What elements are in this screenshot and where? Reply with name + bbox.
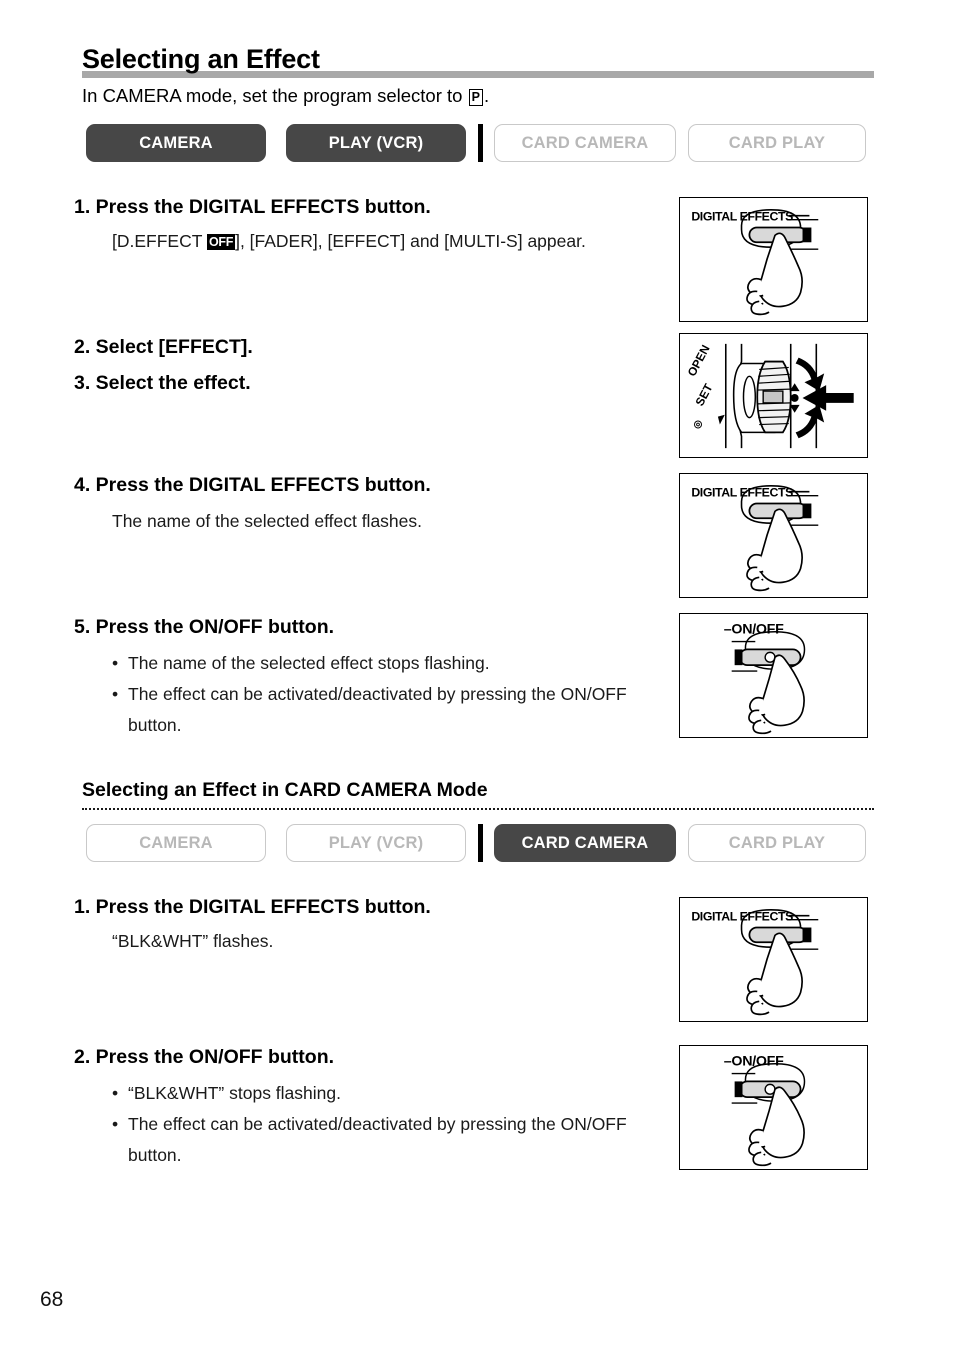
on-off-label-2: –ON/OFF bbox=[724, 1054, 784, 1070]
illustration-digital-effects-1: DIGITAL EFFECTS bbox=[679, 197, 868, 322]
mode-pill-camera-2[interactable]: CAMERA bbox=[86, 824, 266, 862]
subtitle-text-post: . bbox=[483, 85, 490, 106]
mode-pill-play-vcr[interactable]: PLAY (VCR) bbox=[286, 124, 466, 162]
step-5-bullet-1: The name of the selected effect stops fl… bbox=[112, 648, 672, 679]
step-5-heading: 5. Press the ON/OFF button. bbox=[74, 616, 335, 638]
step-1-body: [D.EFFECT OFF], [FADER], [EFFECT] and [M… bbox=[112, 228, 586, 254]
page-title: Selecting an Effect bbox=[82, 44, 320, 74]
illustration-digital-effects-2: DIGITAL EFFECTS bbox=[679, 473, 868, 598]
digital-effects-label-1: DIGITAL EFFECTS bbox=[691, 210, 793, 224]
mode-pill-card-camera[interactable]: CARD CAMERA bbox=[494, 124, 676, 162]
page-number: 68 bbox=[40, 1288, 64, 1311]
on-off-label-1: –ON/OFF bbox=[724, 622, 784, 638]
program-mode-p-icon: P bbox=[468, 89, 483, 106]
card-step-2-bullet-2: The effect can be activated/deactivated … bbox=[112, 1109, 672, 1171]
step-4-heading: 4. Press the DIGITAL EFFECTS button. bbox=[74, 474, 431, 496]
dial-label-set: SET bbox=[692, 381, 716, 409]
mode-pill-play-vcr-2[interactable]: PLAY (VCR) bbox=[286, 824, 466, 862]
mode-pill-card-camera-2[interactable]: CARD CAMERA bbox=[494, 824, 676, 862]
card-step-2-heading: 2. Press the ON/OFF button. bbox=[74, 1046, 335, 1068]
card-section-heading: Selecting an Effect in CARD CAMERA Mode bbox=[82, 779, 488, 801]
illustration-on-off-1: –ON/OFF bbox=[679, 613, 868, 738]
card-step-2-bullet-list: “BLK&WHT” stops flashing. The effect can… bbox=[112, 1078, 672, 1171]
mode-row-divider bbox=[478, 124, 483, 162]
page-subtitle: In CAMERA mode, set the program selector… bbox=[82, 84, 489, 108]
step-2-heading: 2. Select [EFFECT]. bbox=[74, 336, 253, 358]
illustration-digital-effects-3: DIGITAL EFFECTS bbox=[679, 897, 868, 1022]
d-effect-off-badge: OFF bbox=[206, 234, 236, 250]
subtitle-text-pre: In CAMERA mode, set the program selector… bbox=[82, 85, 468, 106]
step-1-body-pre: [D.EFFECT bbox=[112, 231, 207, 251]
digital-effects-label-2: DIGITAL EFFECTS bbox=[691, 486, 793, 500]
page-title-block: Selecting an Effect bbox=[82, 44, 874, 78]
step-1-body-post: ], [FADER], [EFFECT] and [MULTI-S] appea… bbox=[235, 231, 586, 251]
mode-pill-card-play-2[interactable]: CARD PLAY bbox=[688, 824, 866, 862]
step-3-heading: 3. Select the effect. bbox=[74, 372, 251, 394]
card-section-dotted-rule bbox=[82, 808, 874, 810]
mode-row-divider-2 bbox=[478, 824, 483, 862]
card-step-2-bullet-1: “BLK&WHT” stops flashing. bbox=[112, 1078, 672, 1109]
mode-pill-camera[interactable]: CAMERA bbox=[86, 124, 266, 162]
step-4-body: The name of the selected effect flashes. bbox=[112, 511, 423, 531]
mode-selector-row-1: CAMERA PLAY (VCR) CARD CAMERA CARD PLAY bbox=[86, 124, 876, 162]
step-5-bullet-list: The name of the selected effect stops fl… bbox=[112, 648, 672, 741]
step-5-bullet-2: The effect can be activated/deactivated … bbox=[112, 679, 672, 741]
illustration-on-off-2: –ON/OFF bbox=[679, 1045, 868, 1170]
digital-effects-label-3: DIGITAL EFFECTS bbox=[691, 910, 793, 924]
dial-label-lock: ◎ bbox=[691, 418, 705, 431]
mode-selector-row-2: CAMERA PLAY (VCR) CARD CAMERA CARD PLAY bbox=[86, 824, 876, 862]
manual-page: Selecting an Effect In CAMERA mode, set … bbox=[0, 0, 954, 1352]
card-step-1-heading: 1. Press the DIGITAL EFFECTS button. bbox=[74, 896, 431, 918]
card-step-1-body: “BLK&WHT” flashes. bbox=[112, 931, 274, 951]
illustration-set-dial: OPEN SET ◎ bbox=[679, 333, 868, 458]
dial-label-open: OPEN bbox=[685, 343, 713, 379]
step-1-heading: 1. Press the DIGITAL EFFECTS button. bbox=[74, 196, 431, 218]
mode-pill-card-play[interactable]: CARD PLAY bbox=[688, 124, 866, 162]
card-section-heading-block: Selecting an Effect in CARD CAMERA Mode bbox=[82, 778, 874, 810]
